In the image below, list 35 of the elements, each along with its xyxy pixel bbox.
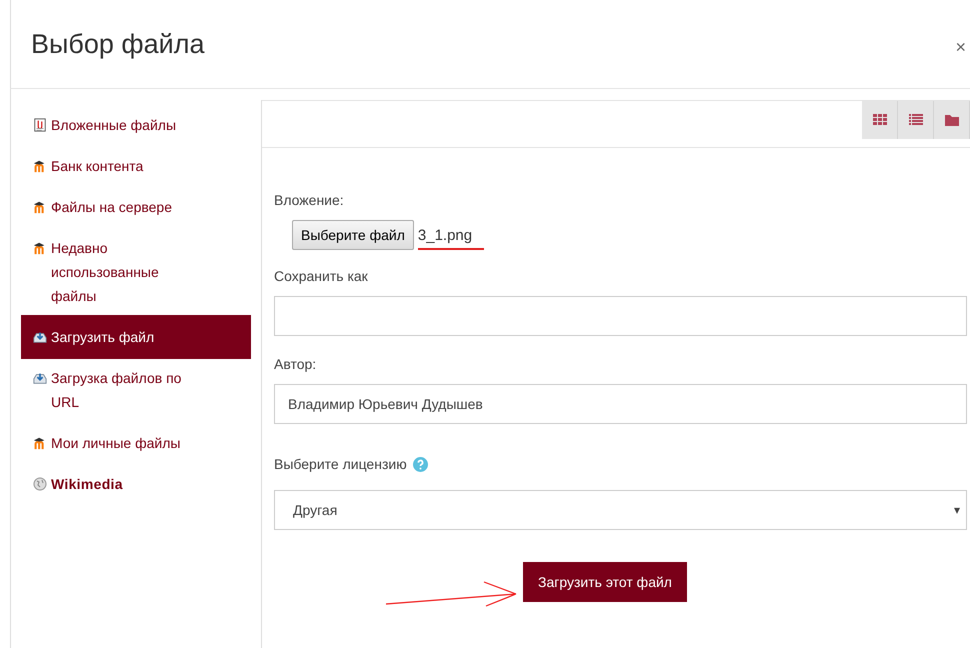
moodle-icon <box>33 200 47 214</box>
sidebar-item[interactable]: Файлы на сервере <box>21 185 251 229</box>
file-name: 3_1.png <box>418 226 484 250</box>
moodle-icon <box>33 159 47 173</box>
dialog-title: Выбор файла <box>31 28 204 60</box>
moodle-icon <box>33 436 47 450</box>
grid-view-button[interactable] <box>862 101 898 139</box>
tray-icon <box>33 330 47 344</box>
author-field[interactable]: Владимир Юрьевич Дудышев <box>274 384 967 424</box>
tray-icon <box>33 371 47 385</box>
sidebar-item[interactable]: Банк контента <box>21 144 251 188</box>
caret-icon: ▾ <box>954 503 960 517</box>
sidebar-item[interactable]: Вложенные файлы <box>21 103 251 147</box>
sidebar-item[interactable]: Wikimedia <box>21 462 251 506</box>
license-select[interactable]: Другая ▾ <box>274 490 967 530</box>
globe-icon <box>33 477 47 491</box>
folder-icon <box>944 114 958 126</box>
field-label: Сохранить как <box>274 268 369 284</box>
list-view-button[interactable] <box>898 101 934 139</box>
close-button[interactable]: × <box>951 36 970 58</box>
sidebar-item[interactable]: Мои личные файлы <box>21 421 251 465</box>
upload-button[interactable]: Загрузить этот файл <box>523 562 687 602</box>
choose-file-button[interactable]: Выберите файл <box>292 220 414 250</box>
field-label: Автор: <box>274 356 318 372</box>
grid-icon <box>872 114 886 126</box>
moodle-icon <box>33 241 47 255</box>
sidebar-item[interactable]: Недавно использованные файлы <box>21 226 251 318</box>
save-as-field[interactable] <box>274 296 967 336</box>
document-icon <box>33 118 47 132</box>
folder-view-button[interactable] <box>934 101 970 139</box>
field-label: Вложение: <box>274 192 345 208</box>
field-label: Выберите лицензию <box>274 456 407 472</box>
sidebar-item[interactable]: Загрузить файл <box>21 315 251 359</box>
sidebar-item[interactable]: Загрузка файлов по URL <box>21 356 251 424</box>
list-icon <box>908 114 922 126</box>
